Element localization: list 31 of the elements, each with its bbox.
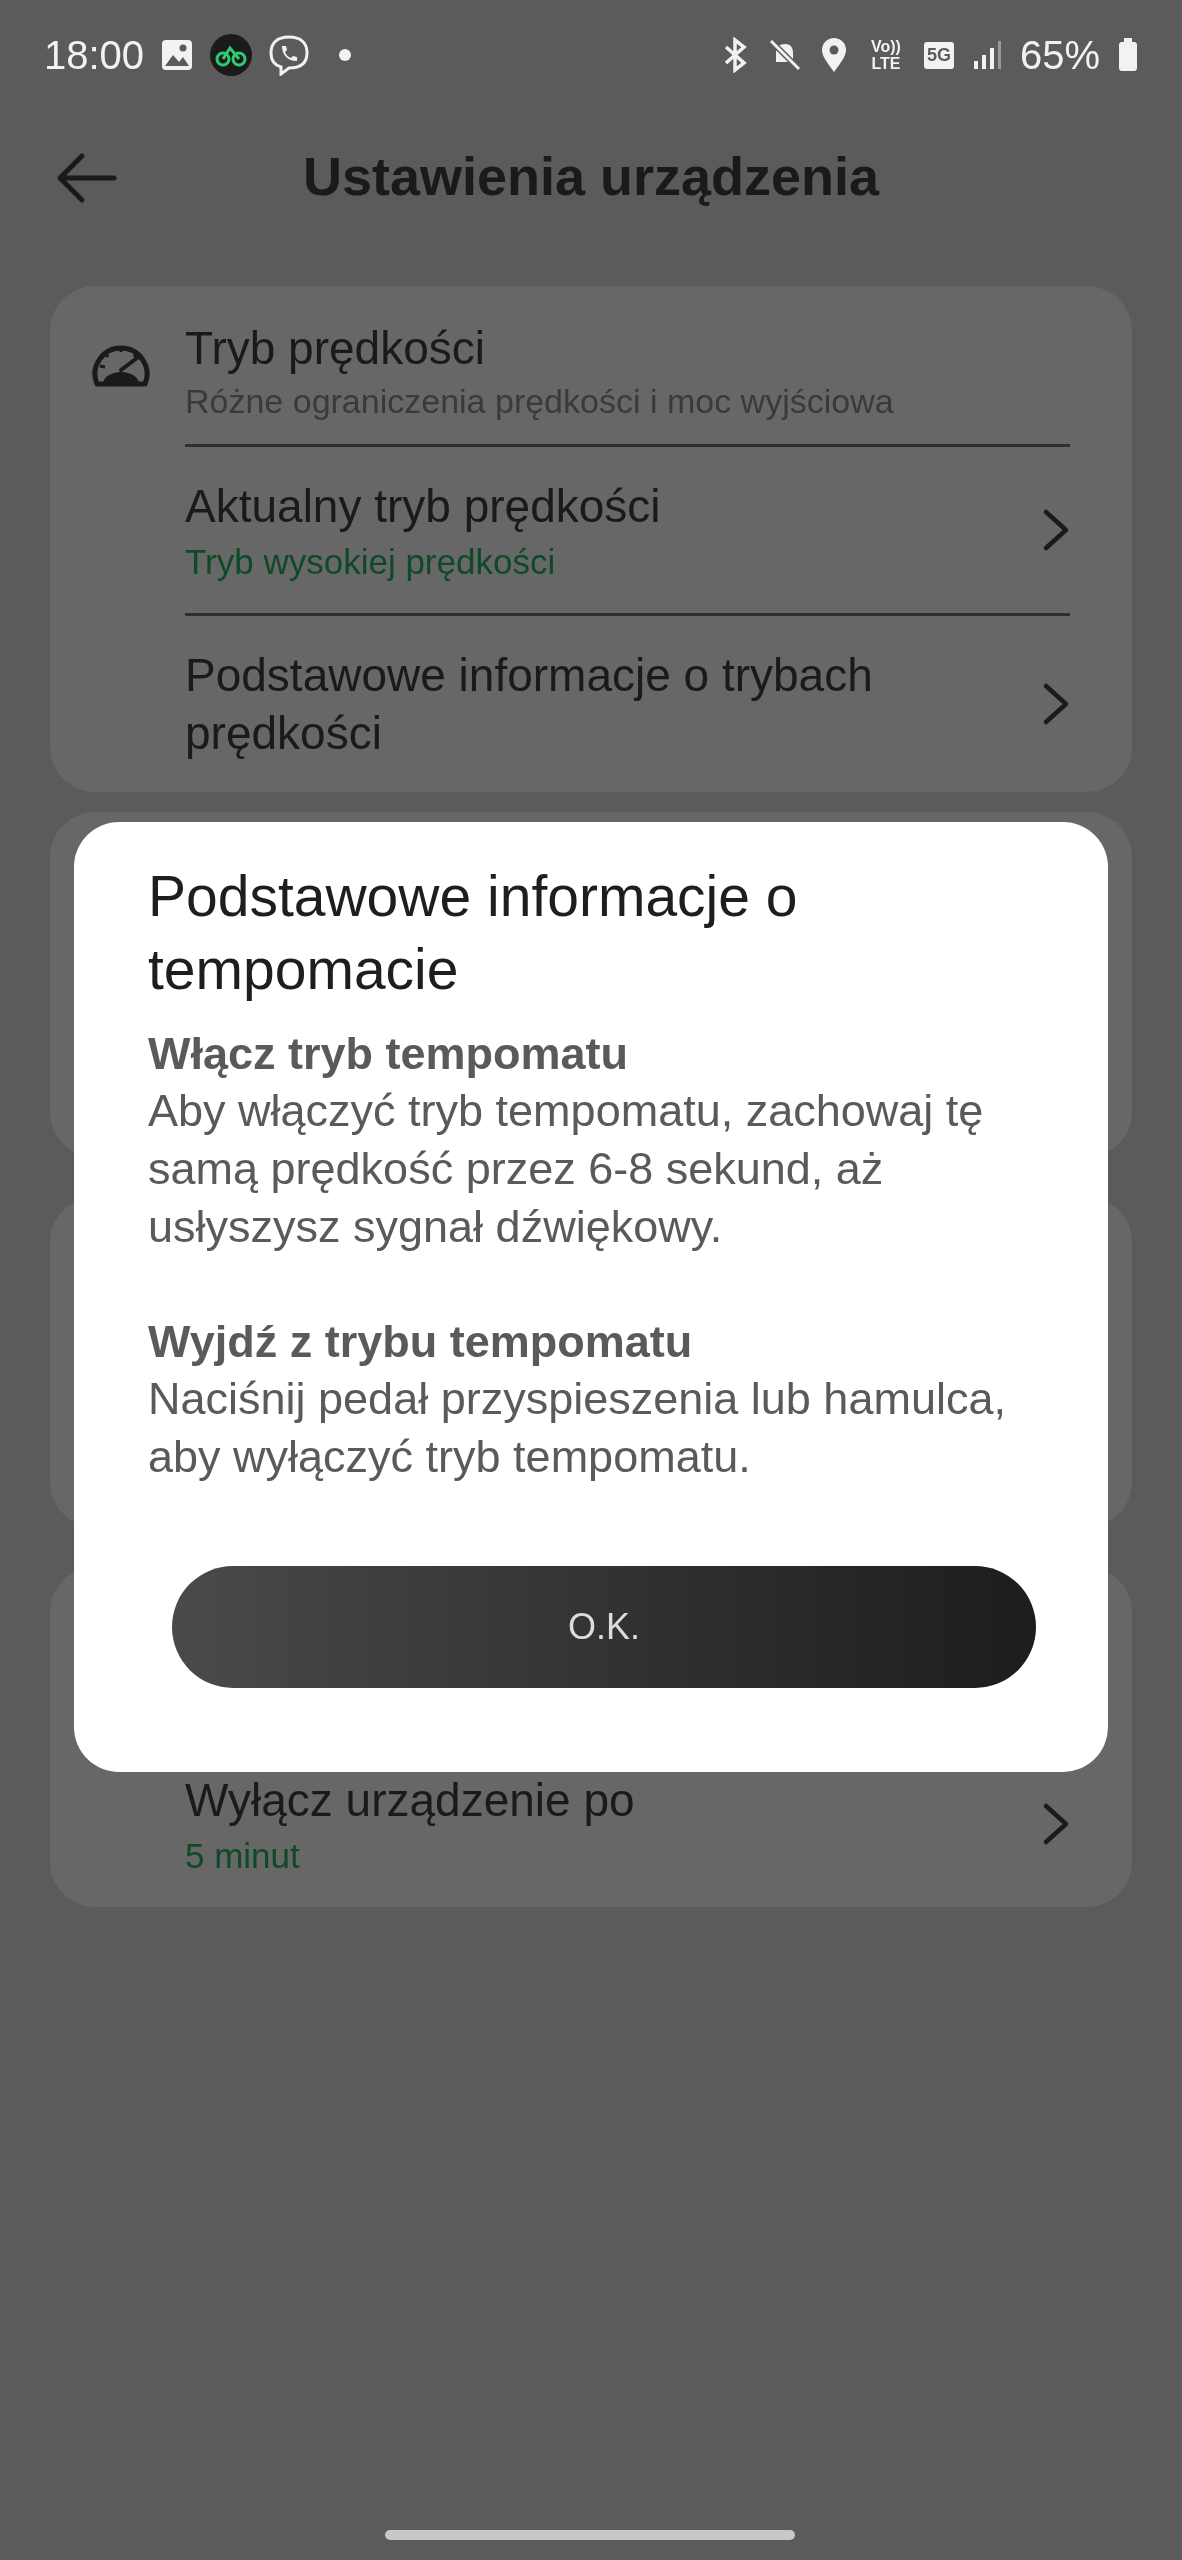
section-text: Aby włączyć tryb tempomatu, zachowaj tę samą prędkość przez 6-8 sekund, aż usłyszysz sygnał dźwiękowy. — [148, 1084, 985, 1254]
battery-icon — [1118, 38, 1138, 72]
settings-row[interactable]: Aktualny tryb prędkości Tryb wysokiej prędkości — [185, 444, 1070, 613]
section-text: Naciśnij pedał przyspieszenia lub hamulca, aby wyłączyć tryb tempomatu. — [148, 1372, 1007, 1484]
bike-app-icon — [210, 34, 253, 76]
chevron-right-icon — [1042, 1802, 1070, 1846]
chevron-right-icon — [1042, 682, 1070, 726]
row-title: Aktualny tryb prędkości — [185, 479, 661, 534]
section-heading: Włącz tryb tempomatu — [148, 1027, 630, 1081]
battery-percent: 65% — [1019, 32, 1100, 79]
row-title: Wyłącz urządzenie po — [185, 1773, 635, 1828]
phone-bubble-icon — [268, 34, 311, 76]
volte-label: Vo)) LTE — [869, 38, 902, 72]
ok-button[interactable]: O.K. — [172, 1566, 1036, 1688]
network-type: 5G — [923, 41, 954, 69]
row-value: Tryb wysokiej prędkości — [185, 541, 557, 583]
clock: 18:00 — [44, 32, 145, 79]
chevron-right-icon — [1042, 508, 1070, 552]
signal-icon — [971, 39, 1002, 71]
image-icon — [160, 38, 195, 72]
mute-icon — [767, 38, 802, 72]
row-title: Podstawowe informacje o trybach prędkości — [185, 648, 874, 761]
page-title: Ustawienia urządzenia — [302, 144, 880, 208]
settings-row[interactable]: Wyłącz urządzenie po 5 minut — [185, 1741, 1070, 1907]
dot-icon — [338, 48, 353, 62]
dialog-title: Podstawowe informacje o tempomacie — [148, 863, 799, 1003]
location-icon — [819, 37, 848, 73]
settings-row[interactable]: Podstawowe informacje o trybach prędkości — [185, 613, 1070, 792]
section-heading: Wyjdź z trybu tempomatu — [148, 1315, 694, 1369]
section-title: Tryb prędkości — [185, 321, 486, 376]
row-value: 5 minut — [185, 1835, 301, 1877]
